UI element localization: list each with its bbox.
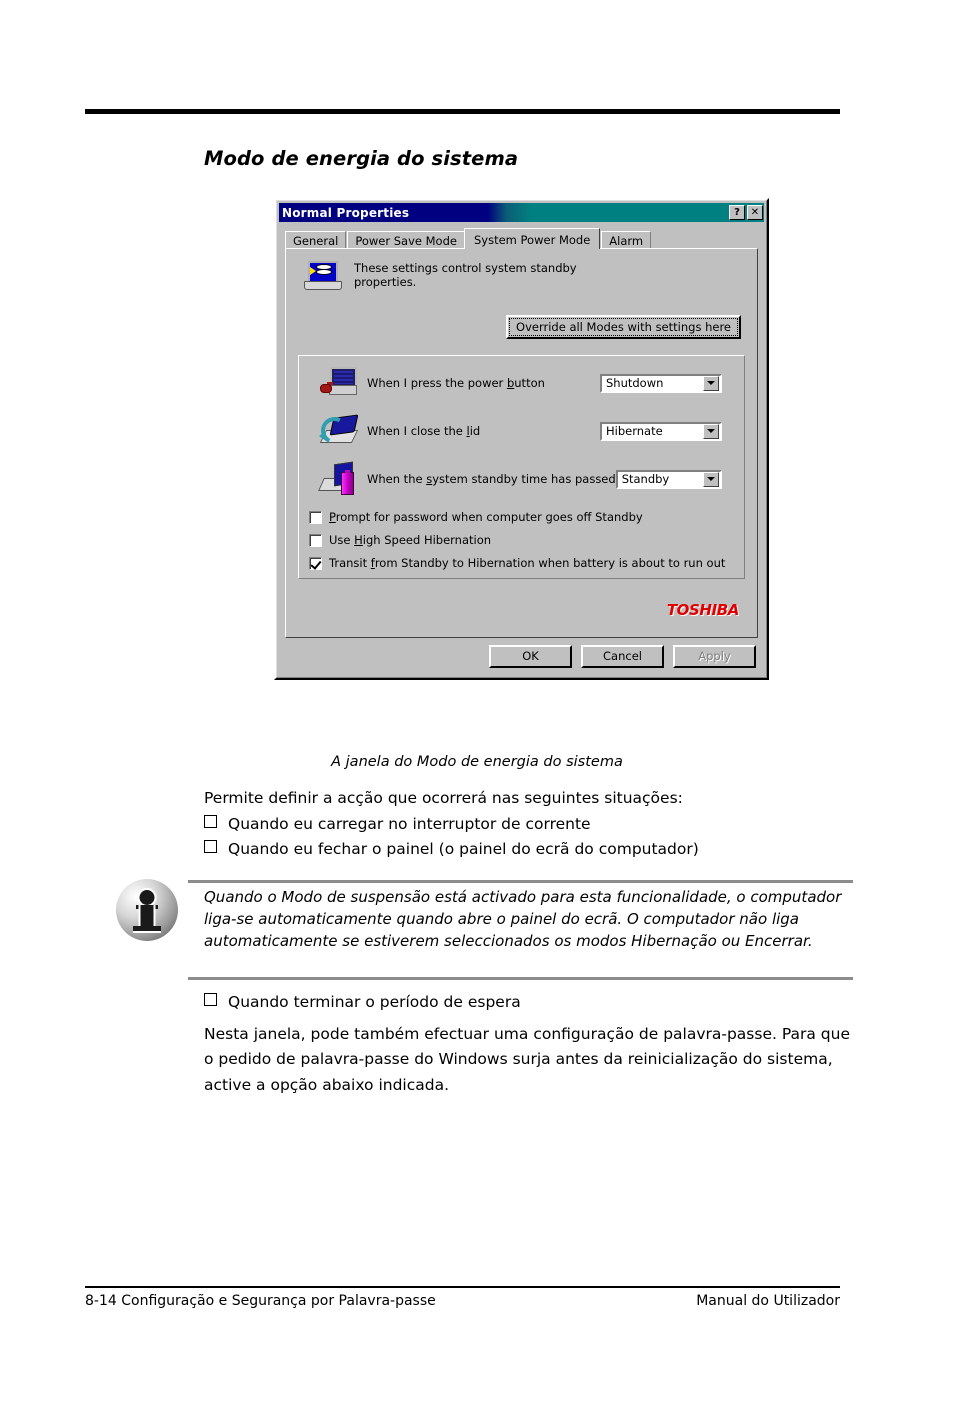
dialog-button-bar: OK Cancel Apply xyxy=(279,638,764,675)
override-all-modes-label: Override all Modes with settings here xyxy=(516,320,731,334)
intro-line-1: These settings control system standby xyxy=(354,261,577,275)
normal-properties-dialog: Normal Properties ? ✕ General Power Save… xyxy=(274,198,769,680)
tab-alarm[interactable]: Alarm xyxy=(601,231,652,248)
checkbox-row-high-speed-hibernation[interactable]: Use High Speed Hibernation xyxy=(309,533,736,547)
override-all-modes-button[interactable]: Override all Modes with settings here xyxy=(506,315,741,339)
help-icon[interactable]: ? xyxy=(729,205,745,220)
standby-timeout-action-select[interactable]: Standby xyxy=(615,469,722,489)
list-item: Quando eu fechar o painel (o painel do e… xyxy=(204,837,854,863)
ok-button[interactable]: OK xyxy=(489,645,572,668)
prompt-password-label: Prompt for password when computer goes o… xyxy=(329,510,643,524)
chevron-down-icon[interactable] xyxy=(703,375,719,391)
note-rule-top xyxy=(188,880,853,883)
close-lid-icon xyxy=(317,413,359,448)
transit-standby-hibernation-checkbox[interactable] xyxy=(309,556,322,570)
tab-power-save-mode[interactable]: Power Save Mode xyxy=(347,231,465,248)
list-item-label: Quando eu carregar no interruptor de cor… xyxy=(228,814,591,833)
intro-text: These settings control system standby pr… xyxy=(354,259,577,289)
override-row: Override all Modes with settings here xyxy=(296,315,741,339)
dialog-titlebar[interactable]: Normal Properties ? ✕ xyxy=(279,203,764,222)
footer-manual-label: Manual do Utilizador xyxy=(696,1293,840,1309)
option-row-close-lid: When I close the lid Hibernate xyxy=(307,413,736,448)
page-title: Modo de energia do sistema xyxy=(204,147,519,170)
toshiba-logo: TOSHIBA xyxy=(666,601,740,619)
tab-page-system-power-mode: These settings control system standby pr… xyxy=(285,248,758,638)
power-button-action-value: Shutdown xyxy=(606,376,664,390)
standby-battery-icon xyxy=(318,461,359,496)
close-icon[interactable]: ✕ xyxy=(747,205,763,220)
transit-standby-hibernation-label: Transit from Standby to Hibernation when… xyxy=(329,556,726,570)
body-intro-block: Permite definir a acção que ocorrerá nas… xyxy=(204,786,854,863)
body-closing-block: Quando terminar o período de espera Nest… xyxy=(204,990,854,1098)
checkbox-row-transit-standby-hibernation[interactable]: Transit from Standby to Hibernation when… xyxy=(309,556,736,570)
figure-caption: A janela do Modo de energia do sistema xyxy=(331,754,623,770)
option-label-standby-timeout: When the system standby time has passed xyxy=(367,472,616,486)
high-speed-hibernation-label: Use High Speed Hibernation xyxy=(329,533,492,547)
power-actions-group: When I press the power button Shutdown W… xyxy=(298,355,745,579)
list-item: Quando terminar o período de espera xyxy=(204,990,854,1016)
intro-row: These settings control system standby pr… xyxy=(296,257,747,293)
option-label-close-lid: When I close the lid xyxy=(367,424,481,438)
apply-button: Apply xyxy=(673,645,756,668)
footer-section-label: 8-14 Configuração e Segurança por Palavr… xyxy=(85,1293,436,1309)
power-button-action-select[interactable]: Shutdown xyxy=(600,373,722,393)
intro-line-2: properties. xyxy=(354,275,417,289)
tab-strip: General Power Save Mode System Power Mod… xyxy=(279,222,764,249)
desktop-computer-icon xyxy=(319,366,359,400)
bullet-square-icon xyxy=(204,993,217,1006)
cancel-button[interactable]: Cancel xyxy=(581,645,664,668)
option-row-standby-timeout: When the system standby time has passed … xyxy=(307,461,736,496)
note-text: Quando o Modo de suspensão está activado… xyxy=(204,888,842,950)
option-label-power-button: When I press the power button xyxy=(367,376,545,390)
note-rule-bottom xyxy=(188,977,853,980)
checkbox-row-prompt-password[interactable]: Prompt for password when computer goes o… xyxy=(309,510,736,524)
close-lid-action-value: Hibernate xyxy=(606,424,663,438)
list-item-label: Quando eu fechar o painel (o painel do e… xyxy=(228,840,699,858)
system-standby-icon xyxy=(302,259,342,293)
close-lid-action-select[interactable]: Hibernate xyxy=(600,421,722,441)
prompt-password-checkbox[interactable] xyxy=(309,510,322,524)
page-bottom-rule xyxy=(85,1286,840,1288)
tab-system-power-mode[interactable]: System Power Mode xyxy=(463,228,601,249)
page-top-rule xyxy=(85,109,840,114)
high-speed-hibernation-checkbox[interactable] xyxy=(309,533,322,547)
dialog-inner-frame: Normal Properties ? ✕ General Power Save… xyxy=(276,200,767,678)
bullet-square-icon xyxy=(204,814,217,828)
chevron-down-icon[interactable] xyxy=(703,423,719,439)
chevron-down-icon[interactable] xyxy=(703,471,719,487)
body-closing-text: Nesta janela, pode também efectuar uma c… xyxy=(204,1024,850,1094)
standby-timeout-action-value: Standby xyxy=(621,472,670,486)
dialog-title: Normal Properties xyxy=(282,205,410,220)
tab-general[interactable]: General xyxy=(285,231,347,248)
list-item: Quando eu carregar no interruptor de cor… xyxy=(204,812,854,838)
body-intro-text: Permite definir a acção que ocorrerá nas… xyxy=(204,789,683,807)
titlebar-button-group: ? ✕ xyxy=(729,205,763,220)
option-row-power-button: When I press the power button Shutdown xyxy=(307,366,736,400)
info-icon xyxy=(116,879,178,941)
list-item-label: Quando terminar o período de espera xyxy=(228,993,521,1011)
bullet-square-icon xyxy=(204,840,217,853)
